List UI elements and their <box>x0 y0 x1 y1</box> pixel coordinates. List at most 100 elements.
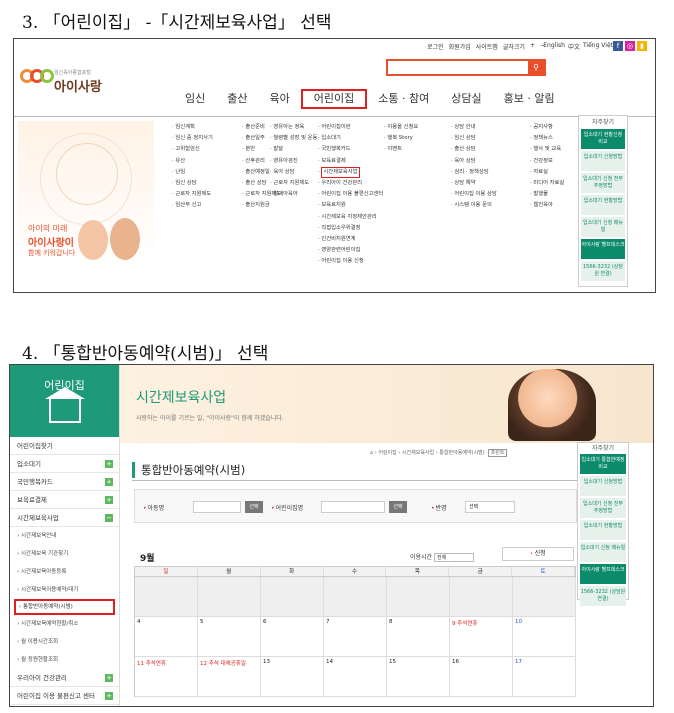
calendar-day[interactable]: 12 추석 대체공휴일 <box>198 657 261 697</box>
submenu-item[interactable]: 상담 예약 <box>451 178 497 189</box>
calendar-day[interactable] <box>261 577 324 617</box>
lang-chinese[interactable]: 中文 <box>568 42 580 51</box>
submenu-item[interactable]: 출산 상담 <box>451 144 497 155</box>
submenu-item[interactable]: 인건비지원연계 <box>318 234 383 245</box>
submenu-item[interactable]: 월령별 성장 및 운동 <box>270 133 317 144</box>
calendar-day[interactable]: 7 <box>324 617 387 657</box>
submenu-item[interactable]: 영유아는 정육 <box>270 122 317 133</box>
calendar-day[interactable] <box>198 577 261 617</box>
calendar-day[interactable] <box>450 577 513 617</box>
submenu-item[interactable]: 임신 상담 <box>451 133 497 144</box>
menu-item[interactable]: 어린이집 이용 불편신고 센터 + <box>10 687 119 705</box>
calendar-day[interactable] <box>135 577 198 617</box>
use-time-select[interactable]: 전체 <box>434 553 475 562</box>
menu-item[interactable]: › 시간제보육안내 <box>10 527 119 545</box>
submenu-item[interactable]: 직접입소우위결정 <box>318 223 383 234</box>
gnb-parenting[interactable]: 육아 <box>259 89 301 109</box>
submenu-item[interactable]: 고위험임신 <box>172 144 213 155</box>
menu-item[interactable]: › 시간제보육예약현황/취소 <box>10 615 119 633</box>
quick-item[interactable]: 입소대기 신청방법 <box>581 151 625 171</box>
login-link[interactable]: 로그인 <box>427 42 444 51</box>
signup-link[interactable]: 회원가입 <box>449 42 471 51</box>
menu-item[interactable]: 입소대기 + <box>10 455 119 473</box>
calendar-day[interactable]: 14 <box>324 657 387 697</box>
expand-icon[interactable]: + <box>105 496 113 504</box>
quick-item[interactable]: 아이사랑 헬프데스크 <box>580 564 626 584</box>
sitemap-link[interactable]: 사이트맵 <box>476 42 498 51</box>
menu-item[interactable]: 어린이집찾기 <box>10 437 119 455</box>
calendar-day[interactable]: 16 <box>450 657 513 697</box>
submenu-item[interactable]: 영유아검진 <box>270 156 317 167</box>
submenu-item[interactable]: 발행물 <box>530 189 564 200</box>
quick-item[interactable]: 입소대기 통합반예정 비교 <box>580 454 626 474</box>
menu-item[interactable]: 우리아이 건강관리 + <box>10 669 119 687</box>
instagram-icon[interactable]: ◎ <box>625 41 635 51</box>
submenu-item[interactable]: 출산지원금 <box>242 200 281 211</box>
quick-item[interactable]: 입소대기 현황신청 비교 <box>581 129 625 149</box>
calendar-day[interactable]: 10 <box>513 617 576 657</box>
calendar-day[interactable]: 6 <box>261 617 324 657</box>
submenu-item[interactable]: 미디어 자료실 <box>530 178 564 189</box>
logo[interactable]: 임신육아종합포털 아이사랑 <box>20 65 110 95</box>
gnb-pregnancy[interactable]: 임신 <box>174 89 216 109</box>
gnb-birth[interactable]: 출산 <box>216 89 258 109</box>
submenu-item[interactable]: 시간제보육 지정제안관리 <box>318 212 383 223</box>
menu-item[interactable]: 보육료결제 + <box>10 491 119 509</box>
submenu-item[interactable]: 정책뉴스 <box>530 133 564 144</box>
expand-icon[interactable]: + <box>105 478 113 486</box>
quick-item[interactable]: 1566-3232 (상담원 연결) <box>580 586 626 606</box>
submenu-item[interactable]: 근로자 지원제도 <box>270 178 317 189</box>
quick-item[interactable]: 1566-3232 (상담원 연결) <box>581 261 625 281</box>
submenu-item[interactable]: 우리아이 건강관리 <box>318 178 383 189</box>
quick-item[interactable]: 아이사랑 헬프데스크 <box>581 239 625 259</box>
menu-item[interactable]: › 시간제보육이용예약/대기 <box>10 581 119 599</box>
search-icon[interactable]: ⚲ <box>528 61 544 74</box>
submenu-item-selected[interactable]: 시간제보육사업 <box>321 166 360 178</box>
submenu-item[interactable]: 영양관련어린이집 <box>318 245 383 256</box>
search-input[interactable]: ⚲ <box>386 59 546 76</box>
menu-item[interactable]: 국민행복카드 + <box>10 473 119 491</box>
quick-item[interactable]: 입소대기 현황방법 <box>581 195 625 215</box>
submenu-item[interactable]: 임신 상담 <box>172 178 213 189</box>
breadcrumb-text[interactable]: ⌂ › 어린이집 › 시간제보육사업 › 통합반아동예약(시범) <box>370 450 485 456</box>
menu-item-selected[interactable]: › 통합반아동예약(시범) <box>14 599 115 615</box>
font-plus-button[interactable]: + <box>530 42 535 51</box>
quick-item[interactable]: 입소대기 신청 매뉴얼 <box>580 542 626 562</box>
expand-icon[interactable]: + <box>105 460 113 468</box>
calendar-day[interactable]: 11 추석연휴 <box>135 657 198 697</box>
submenu-item[interactable]: 입소대기 <box>318 133 383 144</box>
calendar-day[interactable]: 9 추석연휴 <box>450 617 513 657</box>
submenu-item[interactable]: 자료실 <box>530 167 564 178</box>
submenu-item[interactable]: 육아 상담 <box>270 167 317 178</box>
submenu-item[interactable]: 시스템 이용 문의 <box>451 200 497 211</box>
gnb-community[interactable]: 소통 · 참여 <box>367 89 440 109</box>
lang-english[interactable]: English <box>543 42 565 51</box>
quick-item[interactable]: 입소대기 신청방법 <box>580 476 626 496</box>
submenu-item[interactable]: 행사 및 교육 <box>530 144 564 155</box>
quick-item[interactable]: 입소대기 신청 전부 추정방법 <box>581 173 625 193</box>
facebook-icon[interactable]: f <box>613 41 623 51</box>
expand-icon[interactable]: + <box>105 674 113 682</box>
quick-item[interactable]: 입소대기 현황방법 <box>580 520 626 540</box>
gnb-notice[interactable]: 홍보 · 알림 <box>493 89 566 109</box>
submenu-item[interactable]: 공지사항 <box>530 122 564 133</box>
calendar-day[interactable]: 8 <box>387 617 450 657</box>
submenu-item[interactable]: 육아 상담 <box>451 156 497 167</box>
class-select[interactable]: 선택 <box>465 501 515 513</box>
submenu-item[interactable]: 어린이집 이용 불편신고센터 <box>318 189 383 200</box>
calendar-day[interactable]: 15 <box>387 657 450 697</box>
submenu-item[interactable]: 발달 <box>270 144 317 155</box>
center-select-button[interactable]: 선택 <box>389 501 407 513</box>
submenu-item[interactable]: 임산부 신고 <box>172 200 213 211</box>
print-button[interactable]: 프린트 <box>487 449 508 457</box>
submenu-item[interactable]: 건강정보 <box>530 156 564 167</box>
submenu-item[interactable]: 장애아육아 <box>270 189 317 200</box>
calendar-day[interactable]: 13 <box>261 657 324 697</box>
calendar-day[interactable] <box>387 577 450 617</box>
submenu-item[interactable]: 임신 중 정지사기 <box>172 133 212 144</box>
submenu-item[interactable]: 행복 Story <box>384 133 418 144</box>
submenu-item[interactable]: 웹진육아 <box>530 200 564 211</box>
calendar-day[interactable] <box>513 577 576 617</box>
gnb-daycare[interactable]: 어린이집 <box>300 89 368 109</box>
menu-item[interactable]: › 월 정원현황조회 <box>10 651 119 669</box>
